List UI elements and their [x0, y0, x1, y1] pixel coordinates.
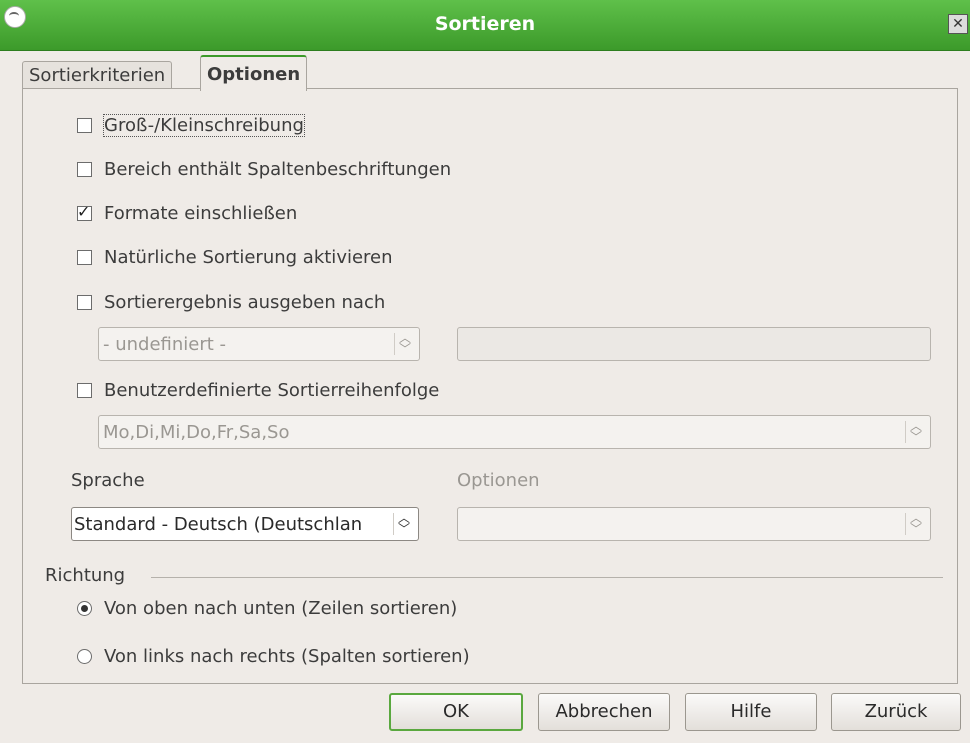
include-formats-label: Formate einschließen — [104, 203, 298, 224]
custom-order-label: Benutzerdefinierte Sortierreihenfolge — [104, 380, 440, 401]
top-to-bottom-option[interactable]: Von oben nach unten (Zeilen sortieren) — [77, 598, 457, 619]
spinner-icon: ︿ ﹀ — [393, 512, 414, 535]
algorithm-select[interactable]: ︿ ﹀ — [457, 507, 931, 541]
natural-sort-label: Natürliche Sortierung aktivieren — [104, 247, 393, 268]
case-sensitive-checkbox[interactable] — [77, 118, 92, 133]
copy-output-option[interactable]: Sortierergebnis ausgeben nach — [77, 292, 385, 313]
case-sensitive-label: Groß-/Kleinschreibung — [103, 114, 305, 137]
custom-order-checkbox[interactable] — [77, 383, 92, 398]
language-select[interactable]: Standard - Deutsch (Deutschlan ︿ ﹀ — [71, 507, 419, 541]
direction-separator — [151, 577, 943, 578]
custom-order-option[interactable]: Benutzerdefinierte Sortierreihenfolge — [77, 380, 439, 401]
reset-button[interactable]: Zurück — [831, 693, 961, 731]
copy-output-checkbox[interactable] — [77, 295, 92, 310]
include-formats-option[interactable]: Formate einschließen — [77, 202, 298, 224]
language-value: Standard - Deutsch (Deutschlan — [74, 514, 363, 535]
copy-output-label: Sortierergebnis ausgeben nach — [104, 292, 386, 313]
has-headers-checkbox[interactable] — [77, 162, 92, 177]
top-to-bottom-radio[interactable] — [77, 601, 92, 616]
left-to-right-label: Von links nach rechts (Spalten sortieren… — [104, 646, 470, 667]
options-panel: Groß-/Kleinschreibung Bereich enthält Sp… — [22, 88, 958, 684]
ok-button[interactable]: OK — [389, 693, 523, 731]
help-button[interactable]: Hilfe — [685, 693, 817, 731]
natural-sort-option[interactable]: Natürliche Sortierung aktivieren — [77, 247, 393, 268]
tab-optionen[interactable]: Optionen — [200, 55, 308, 91]
close-icon[interactable]: ✕ — [948, 14, 968, 34]
window-title: Sortieren — [434, 13, 536, 35]
custom-order-select[interactable]: Mo,Di,Mi,Do,Fr,Sa,So ︿ ﹀ — [98, 415, 931, 449]
language-label: Sprache — [71, 470, 145, 491]
natural-sort-checkbox[interactable] — [77, 250, 92, 265]
top-to-bottom-label: Von oben nach unten (Zeilen sortieren) — [104, 598, 458, 619]
has-headers-label: Bereich enthält Spaltenbeschriftungen — [104, 159, 452, 180]
tab-sortierkriterien[interactable]: Sortierkriterien — [22, 61, 173, 90]
output-position-field[interactable] — [457, 327, 931, 361]
left-to-right-radio[interactable] — [77, 649, 92, 664]
custom-order-value: Mo,Di,Mi,Do,Fr,Sa,So — [103, 422, 290, 443]
output-range-select[interactable]: - undefiniert - ︿ ﹀ — [98, 327, 420, 361]
left-to-right-option[interactable]: Von links nach rechts (Spalten sortieren… — [77, 646, 470, 667]
has-headers-option[interactable]: Bereich enthält Spaltenbeschriftungen — [77, 159, 451, 180]
direction-label: Richtung — [45, 565, 126, 586]
title-bar: Sortieren ✕ — [0, 0, 970, 51]
algorithm-label: Optionen — [457, 470, 540, 491]
case-sensitive-option[interactable]: Groß-/Kleinschreibung — [77, 114, 305, 137]
spinner-icon: ︿ ﹀ — [394, 332, 415, 355]
include-formats-checkbox[interactable] — [77, 202, 92, 221]
spinner-icon: ︿ ﹀ — [905, 512, 926, 535]
spinner-icon: ︿ ﹀ — [905, 420, 926, 443]
cancel-button[interactable]: Abbrechen — [538, 693, 670, 731]
output-range-value: - undefiniert - — [103, 334, 227, 355]
